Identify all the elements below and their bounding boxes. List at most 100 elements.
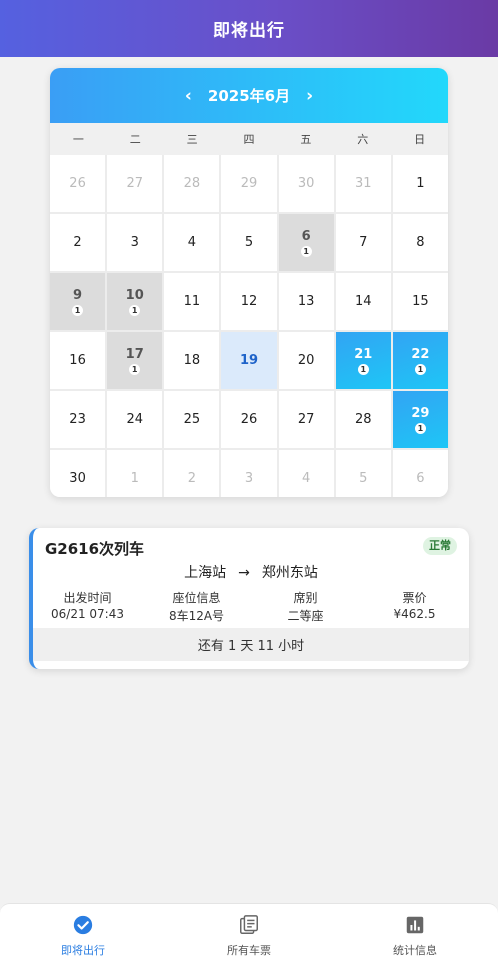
day-number: 11 [183, 294, 201, 309]
nav-item-statistics[interactable]: 统计信息 [332, 904, 498, 964]
ticket-count-badge: 1 [129, 363, 141, 375]
calendar-day[interactable]: 1 [392, 155, 448, 212]
arrival-station: 郑州东站 [261, 565, 318, 581]
calendar-day[interactable]: 5 [221, 214, 277, 271]
calendar-day[interactable]: 14 [335, 273, 391, 330]
day-number: 4 [187, 235, 196, 250]
nav-item-upcoming[interactable]: 即将出行 [0, 904, 166, 964]
calendar-day[interactable]: 10 1 [107, 273, 163, 330]
calendar-day[interactable]: 61 [278, 214, 334, 271]
page-title: 即将出行 [213, 21, 285, 41]
nav-label: 所有车票 [227, 944, 271, 957]
info-value: ¥462.5 [393, 607, 436, 621]
calendar-day[interactable]: 2 [164, 450, 220, 497]
calendar-day[interactable]: 22 1 [392, 332, 448, 389]
app-header: 即将出行 [0, 0, 498, 57]
day-number: 30 [297, 176, 315, 191]
prev-month-button[interactable]: ‹ [169, 86, 208, 106]
weekday-label: 日 [414, 133, 426, 146]
calendar-day[interactable]: 20 [278, 332, 334, 389]
calendar-day[interactable]: 1 [107, 450, 163, 497]
day-number: 25 [183, 412, 201, 427]
calendar-day[interactable]: 28 [335, 391, 391, 448]
route: 上海站 → 郑州东站 [33, 562, 469, 582]
calendar-day[interactable]: 26 [221, 391, 277, 448]
nav-label: 统计信息 [393, 944, 437, 957]
calendar-day[interactable]: 30 [278, 155, 334, 212]
day-number: 7 [359, 235, 368, 250]
day-number: 22 [411, 346, 430, 362]
day-number: 26 [69, 176, 86, 191]
countdown-bar: 还有 1 天 11 小时 [33, 628, 469, 661]
weekday-row: 一二三四五六日 [50, 123, 448, 155]
trip-card[interactable]: G2616次列车 正常 上海站 → 郑州东站 出发时间 06/21 07:43 座位… [29, 528, 469, 669]
calendar-day[interactable]: 18 [164, 332, 220, 389]
calendar-day[interactable]: 23 [50, 391, 106, 448]
calendar-day[interactable]: 30 [50, 450, 106, 497]
day-number: 4 [301, 471, 311, 486]
calendar-header: ‹ 2025年6月 › [50, 68, 448, 123]
day-number: 14 [355, 294, 372, 309]
day-number: 28 [183, 176, 201, 191]
ticket-count-badge: 1 [300, 245, 312, 257]
weekday-label: 三 [186, 133, 198, 146]
calendar-day[interactable]: 29 1 [392, 391, 448, 448]
calendar-day[interactable]: 17 1 [107, 332, 163, 389]
weekday-label: 四 [243, 133, 255, 146]
calendar-day[interactable]: 8 [392, 214, 448, 271]
day-number: 20 [297, 353, 315, 368]
day-number: 2 [187, 471, 196, 486]
calendar-day[interactable]: 7 [335, 214, 391, 271]
nav-item-all-tickets[interactable]: 所有车票 [166, 904, 332, 964]
calendar-day[interactable]: 27 [107, 155, 163, 212]
calendar-day[interactable]: 29 [221, 155, 277, 212]
calendar-day[interactable]: 25 [164, 391, 220, 448]
ticket-count-badge: 1 [357, 363, 369, 375]
day-number: 5 [359, 471, 368, 486]
day-number: 9 [73, 287, 83, 303]
calendar-day[interactable]: 5 [335, 450, 391, 497]
ticket-list-icon [240, 915, 258, 934]
calendar-day[interactable]: 4 [164, 214, 220, 271]
calendar-day[interactable]: 26 [50, 155, 106, 212]
calendar-day[interactable]: 31 [335, 155, 391, 212]
calendar-day[interactable]: 2 [50, 214, 106, 271]
day-number: 28 [355, 412, 372, 427]
calendar-day[interactable]: 13 [278, 273, 334, 330]
day-number: 31 [355, 176, 372, 191]
calendar-day[interactable]: 91 [50, 273, 106, 330]
calendar-day[interactable]: 19 [221, 332, 277, 389]
calendar-day[interactable]: 3 [221, 450, 277, 497]
calendar-day[interactable]: 24 [107, 391, 163, 448]
info-value: 二等座 [287, 609, 324, 623]
day-number: 13 [297, 294, 315, 309]
check-circle-icon [73, 915, 93, 935]
calendar-day[interactable]: 12 [221, 273, 277, 330]
calendar-day[interactable]: 21 1 [335, 332, 391, 389]
day-number: 29 [411, 405, 430, 421]
day-number: 1 [130, 471, 139, 486]
calendar-day[interactable]: 27 [278, 391, 334, 448]
bottom-nav: 即将出行 所有车票 统计信息 [0, 903, 498, 964]
calendar-day[interactable]: 6 [392, 450, 448, 497]
day-number: 29 [240, 176, 258, 191]
departure-station: 上海站 [184, 565, 227, 581]
calendar-day[interactable]: 4 [278, 450, 334, 497]
calendar-day[interactable]: 16 [50, 332, 106, 389]
day-number: 6 [416, 471, 425, 486]
calendar-day[interactable]: 15 [392, 273, 448, 330]
calendar-day[interactable]: 3 [107, 214, 163, 271]
day-number: 23 [69, 412, 86, 427]
ticket-count-badge: 1 [72, 304, 84, 316]
day-number: 5 [244, 235, 254, 250]
info-label: 座位信息 [172, 591, 221, 605]
info-label: 票价 [402, 591, 427, 605]
ticket-count-badge: 1 [414, 422, 426, 434]
calendar-day[interactable]: 28 [164, 155, 220, 212]
next-month-button[interactable]: › [290, 86, 329, 106]
calendar-day[interactable]: 11 [164, 273, 220, 330]
day-number: 10 [125, 287, 144, 303]
train-number: G2616次列车 [45, 540, 145, 558]
day-number: 30 [69, 471, 86, 486]
day-number: 1 [416, 176, 425, 191]
